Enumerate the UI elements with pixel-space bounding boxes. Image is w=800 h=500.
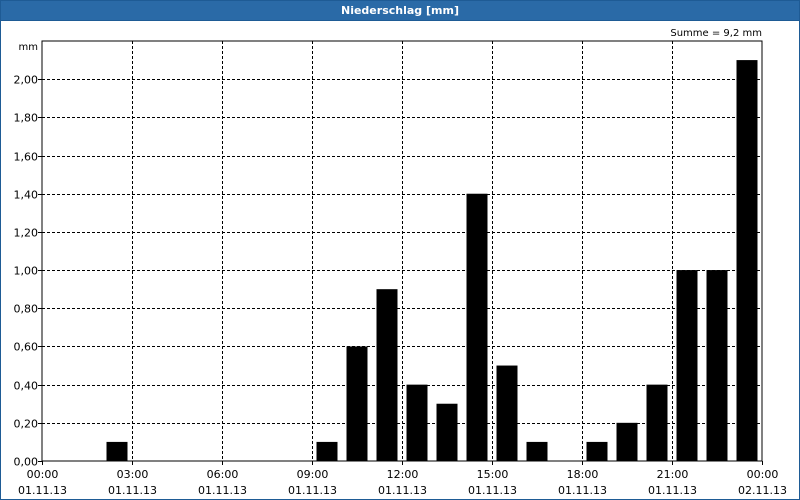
bar: [406, 384, 428, 461]
bar: [736, 60, 758, 461]
x-tick-date-label: 01.11.13: [468, 484, 517, 497]
x-tick-date-label: 01.11.13: [648, 484, 697, 497]
x-tick-date-label: 01.11.13: [378, 484, 427, 497]
y-tick-label: 0,20: [14, 418, 39, 431]
bar: [586, 441, 608, 461]
x-tick-time-label: 15:00: [477, 468, 509, 481]
bar: [436, 403, 458, 461]
bar: [316, 441, 338, 461]
bar: [706, 270, 728, 461]
x-tick-date-label: 01.11.13: [558, 484, 607, 497]
y-axis-label: mm: [19, 42, 38, 53]
x-tick-time-label: 12:00: [387, 468, 419, 481]
bar: [526, 441, 548, 461]
bar: [346, 346, 368, 461]
bar: [466, 193, 488, 461]
y-tick-label: 0,60: [14, 341, 39, 354]
y-tick-label: 2,00: [14, 74, 39, 87]
y-tick-label: 1,20: [14, 227, 39, 240]
x-tick-date-label: 01.11.13: [108, 484, 157, 497]
x-tick-time-label: 21:00: [657, 468, 689, 481]
x-tick-time-label: 09:00: [297, 468, 329, 481]
bar-chart: mm Summe = 9,2 mm 0,00 0,20 0,40 0,60 0,80 1,…: [14, 28, 787, 497]
x-tick-time-label: 00:00: [747, 468, 779, 481]
x-tick-date-label: 01.11.13: [18, 484, 67, 497]
x-tick-time-label: 06:00: [207, 468, 239, 481]
y-tick-label: 1,60: [14, 151, 39, 164]
y-tick-label: 0,40: [14, 380, 39, 393]
x-tick-time-label: 00:00: [27, 468, 59, 481]
bar: [496, 365, 518, 461]
y-tick-label: 1,80: [14, 112, 39, 125]
bar: [616, 422, 638, 461]
bar: [376, 289, 398, 461]
bar: [106, 441, 128, 461]
x-tick-date-label: 01.11.13: [198, 484, 247, 497]
x-tick-date-label: 02.11.13: [738, 484, 787, 497]
x-tick-time-label: 03:00: [117, 468, 149, 481]
y-tick-label: 1,40: [14, 189, 39, 202]
y-tick-label: 0,80: [14, 303, 39, 316]
bar: [676, 270, 698, 461]
y-tick-label: 1,00: [14, 265, 39, 278]
bar: [646, 384, 668, 461]
y-tick-label: 0,00: [14, 456, 39, 469]
sum-annotation: Summe = 9,2 mm: [670, 28, 762, 39]
x-tick-time-label: 18:00: [567, 468, 599, 481]
x-tick-date-label: 01.11.13: [288, 484, 337, 497]
